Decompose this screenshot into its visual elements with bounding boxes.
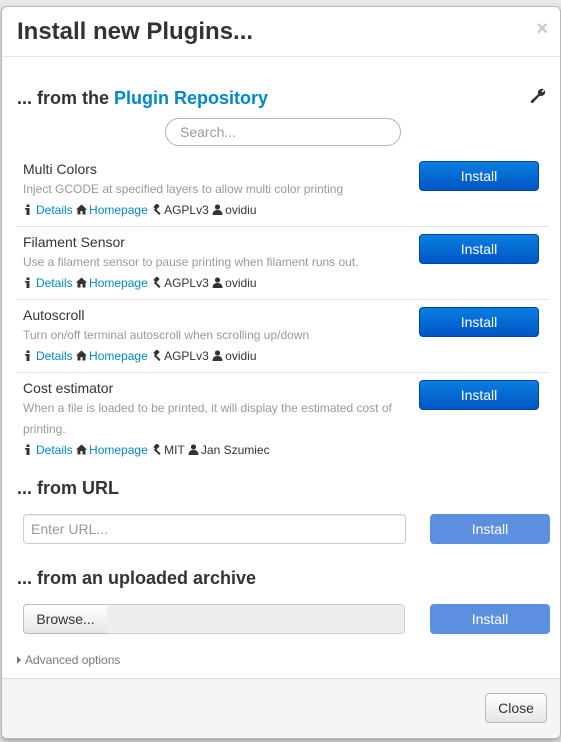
info-icon xyxy=(25,204,30,215)
plugin-description: When a file is loaded to be printed, it … xyxy=(23,401,392,436)
advanced-options-label: Advanced options xyxy=(25,653,121,667)
caret-right-icon xyxy=(17,656,21,664)
close-icon[interactable]: × xyxy=(536,19,548,39)
plugin-meta: Details Homepage AGPLv3 ovidiu xyxy=(23,200,549,223)
user-icon xyxy=(212,204,223,215)
plugin-meta: Details Homepage AGPLv3 ovidiu xyxy=(23,273,549,296)
repository-heading: ... from the Plugin Repository xyxy=(17,86,268,110)
plugin-item: Multi Colors Inject GCODE at specified l… xyxy=(16,154,549,227)
install-from-archive-button[interactable]: Install xyxy=(430,604,550,634)
plugin-list: Multi Colors Inject GCODE at specified l… xyxy=(16,154,549,467)
author-label: ovidiu xyxy=(225,349,257,363)
license-label: AGPLv3 xyxy=(164,203,209,217)
install-button[interactable]: Install xyxy=(419,161,539,191)
install-plugins-dialog: Install new Plugins... × ... from the Pl… xyxy=(1,6,561,739)
author-label: Jan Szumiec xyxy=(200,443,270,457)
plugin-description: Use a filament sensor to pause printing … xyxy=(23,255,359,269)
plugin-meta: Details Homepage MIT Jan Szumiec xyxy=(23,440,549,463)
gavel-icon xyxy=(153,444,161,455)
install-from-url-button[interactable]: Install xyxy=(430,514,550,544)
user-icon xyxy=(188,444,199,455)
homepage-link[interactable]: Homepage xyxy=(89,276,148,290)
dialog-header: Install new Plugins... × xyxy=(2,7,560,57)
install-button[interactable]: Install xyxy=(419,234,539,264)
close-button[interactable]: Close xyxy=(485,693,547,723)
browse-button[interactable]: Browse... xyxy=(23,604,108,634)
from-archive-heading: ... from an uploaded archive xyxy=(17,568,257,588)
homepage-link[interactable]: Homepage xyxy=(89,443,148,457)
home-icon xyxy=(76,350,88,361)
selected-file-field[interactable] xyxy=(107,604,405,634)
search-input[interactable] xyxy=(165,118,401,146)
author-label: ovidiu xyxy=(225,203,257,217)
gavel-icon xyxy=(153,350,161,361)
gavel-icon xyxy=(153,204,161,215)
plugin-item: Filament Sensor Use a filament sensor to… xyxy=(16,227,549,300)
details-link[interactable]: Details xyxy=(36,203,73,217)
home-icon xyxy=(76,277,88,288)
dialog-footer: Close xyxy=(2,678,560,738)
url-input[interactable] xyxy=(23,514,406,544)
dialog-title: Install new Plugins... xyxy=(17,18,254,45)
homepage-link[interactable]: Homepage xyxy=(89,203,148,217)
info-icon xyxy=(25,277,30,288)
plugin-repository-link[interactable]: Plugin Repository xyxy=(114,88,268,108)
gavel-icon xyxy=(153,277,161,288)
license-label: AGPLv3 xyxy=(164,349,209,363)
author-label: ovidiu xyxy=(225,276,257,290)
license-label: MIT xyxy=(164,443,185,457)
license-label: AGPLv3 xyxy=(164,276,209,290)
home-icon xyxy=(76,444,88,455)
install-button[interactable]: Install xyxy=(419,307,539,337)
info-icon xyxy=(25,350,30,361)
plugin-meta: Details Homepage AGPLv3 ovidiu xyxy=(23,346,549,369)
plugin-item: Cost estimator When a file is loaded to … xyxy=(16,373,549,467)
user-icon xyxy=(212,277,223,288)
archive-file-picker: Browse... xyxy=(23,604,405,634)
homepage-link[interactable]: Homepage xyxy=(89,349,148,363)
plugin-item: Autoscroll Turn on/off terminal autoscro… xyxy=(16,300,549,373)
repository-heading-prefix: ... from the xyxy=(17,88,115,108)
info-icon xyxy=(25,444,30,455)
details-link[interactable]: Details xyxy=(36,443,73,457)
dialog-body: ... from the Plugin Repository Multi Col… xyxy=(2,58,560,678)
from-url-heading: ... from URL xyxy=(17,478,119,498)
user-icon xyxy=(212,350,223,361)
advanced-options-toggle[interactable]: Advanced options xyxy=(17,652,120,668)
plugin-description: Inject GCODE at specified layers to allo… xyxy=(23,182,344,196)
plugin-description: Turn on/off terminal autoscroll when scr… xyxy=(23,328,310,342)
install-button[interactable]: Install xyxy=(419,380,539,410)
details-link[interactable]: Details xyxy=(36,276,73,290)
wrench-icon[interactable] xyxy=(530,88,546,104)
home-icon xyxy=(76,204,88,215)
details-link[interactable]: Details xyxy=(36,349,73,363)
plugin-search xyxy=(165,118,401,146)
